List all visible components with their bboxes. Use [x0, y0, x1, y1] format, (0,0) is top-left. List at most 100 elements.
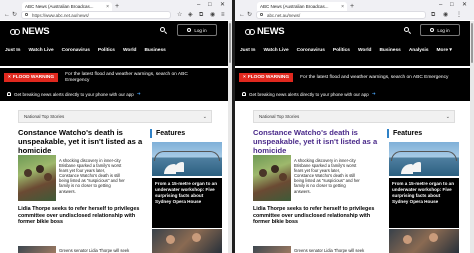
app-alert-banner[interactable]: Get breaking news alerts directly to you… — [235, 87, 474, 101]
login-label: Log in — [194, 27, 207, 33]
flood-warning-banner[interactable]: × FLOOD WARNING For the latest flood and… — [0, 68, 232, 87]
browser-window-left: ABC News (Australian Broadcas... × + – □… — [0, 0, 232, 253]
tab-close-icon[interactable]: × — [106, 4, 109, 10]
nav-world[interactable]: World — [358, 48, 372, 53]
story-headline[interactable]: Lidia Thorpe seeks to refer herself to p… — [253, 206, 383, 226]
story-summary: A shocking discovery in inner-city Brisb… — [294, 158, 360, 194]
nav-watch-live[interactable]: Watch Live — [263, 48, 288, 53]
warning-icon: × — [243, 75, 246, 80]
scrollbar[interactable] — [228, 21, 232, 253]
search-icon[interactable] — [160, 27, 168, 34]
bell-icon — [7, 92, 11, 96]
abc-news-logo[interactable]: NEWS — [10, 26, 50, 37]
back-icon[interactable]: ← — [4, 11, 10, 19]
flood-warning-banner[interactable]: × FLOOD WARNING For the latest flood and… — [235, 68, 474, 87]
nav-just-in[interactable]: Just In — [5, 48, 20, 53]
address-bar[interactable]: https://www.abc.net.au/news/ — [21, 11, 171, 19]
login-label: Log in — [437, 27, 450, 33]
nav-coronavirus[interactable]: Coronavirus — [297, 48, 325, 53]
new-tab-button[interactable]: + — [350, 2, 354, 11]
app-menu-icon[interactable]: ≡ — [221, 11, 225, 19]
abc-logo-icon — [10, 28, 21, 36]
maximize-button[interactable]: □ — [208, 1, 212, 10]
minimize-button[interactable]: – — [197, 1, 200, 10]
feature-caption[interactable]: From a 15-metre organ to an underwater w… — [152, 178, 222, 228]
story-image[interactable] — [253, 246, 291, 253]
account-icon[interactable]: ◉ — [443, 11, 448, 19]
nav-business[interactable]: Business — [379, 48, 400, 53]
nav-politics[interactable]: Politics — [333, 48, 350, 53]
nav-coronavirus[interactable]: Coronavirus — [62, 48, 90, 53]
scrollbar-thumb[interactable] — [229, 23, 231, 63]
top-stories-select[interactable]: National Top Stories ⌄ — [18, 110, 212, 123]
url-text: https://www.abc.net.au/news/ — [32, 12, 89, 18]
flood-text: For the latest flood and weather warning… — [300, 74, 449, 80]
shield-icon[interactable]: ◈ — [188, 11, 193, 19]
extensions-icon[interactable]: ⧉ — [431, 11, 435, 19]
browser-tab[interactable]: ABC News (Australian Broadcas... × — [22, 2, 112, 11]
nav-world[interactable]: World — [123, 48, 137, 53]
browser-tab[interactable]: ABC News (Australian Broadcas... × — [257, 2, 347, 11]
opera-house-image[interactable] — [389, 142, 459, 176]
minimize-button[interactable]: – — [439, 1, 442, 10]
nav-analysis[interactable]: Analysis — [409, 48, 429, 53]
main-nav: Just In Watch Live Coronavirus Politics … — [240, 48, 474, 53]
site-header: NEWS Log in Just In Watch Live Coronavir… — [235, 21, 474, 66]
feature-caption[interactable]: From a 15-metre organ to an underwater w… — [389, 178, 459, 228]
story-headline[interactable]: Constance Watcho's death is unspeakable,… — [253, 128, 383, 155]
search-icon[interactable] — [404, 27, 412, 34]
address-bar[interactable]: abc.net.au/news/ — [256, 11, 426, 19]
app-menu-icon[interactable]: ⋮ — [456, 11, 462, 19]
nav-more[interactable]: More ▾ — [437, 48, 452, 53]
account-icon[interactable]: ◉ — [210, 11, 215, 19]
story-image[interactable] — [18, 155, 56, 201]
lock-icon — [25, 13, 28, 16]
tab-close-icon[interactable]: × — [341, 4, 344, 10]
features-heading: Features — [387, 129, 422, 138]
story-headline[interactable]: Constance Watcho's death is unspeakable,… — [18, 128, 146, 155]
site-header: NEWS Log in Just In Watch Live Coronavir… — [0, 21, 232, 66]
features-heading: Features — [150, 129, 185, 138]
new-tab-button[interactable]: + — [115, 2, 119, 11]
logo-wordmark: NEWS — [22, 26, 50, 37]
logo-wordmark: NEWS — [257, 26, 285, 37]
app-alert-banner[interactable]: Get breaking news alerts directly to you… — [0, 87, 232, 101]
tab-title: ABC News (Australian Broadcas... — [260, 4, 329, 9]
feature-image[interactable] — [152, 229, 222, 253]
select-label: National Top Stories — [24, 114, 65, 119]
story-image[interactable] — [253, 155, 291, 201]
top-stories-select[interactable]: National Top Stories ⌄ — [253, 110, 455, 123]
login-button[interactable]: Log in — [177, 24, 217, 36]
abc-news-logo[interactable]: NEWS — [245, 26, 285, 37]
bell-icon — [242, 92, 246, 96]
nav-more-label: More — [436, 48, 449, 53]
flood-text: For the latest flood and weather warning… — [65, 71, 188, 83]
nav-business[interactable]: Business — [144, 48, 165, 53]
close-window-button[interactable]: ✕ — [220, 1, 225, 10]
close-window-button[interactable]: ✕ — [462, 1, 467, 10]
login-button[interactable]: Log in — [420, 24, 460, 36]
scrollbar[interactable] — [470, 21, 474, 253]
story-image[interactable] — [18, 246, 56, 253]
url-text: abc.net.au/news/ — [267, 12, 301, 18]
story-summary: Greens senator Lidia Thorpe will seek — [59, 248, 130, 253]
lock-icon — [260, 13, 263, 16]
reload-icon[interactable]: ↻ — [247, 11, 252, 19]
scrollbar-thumb[interactable] — [471, 23, 473, 63]
opera-house-image[interactable] — [152, 142, 222, 176]
maximize-button[interactable]: □ — [450, 1, 454, 10]
nav-watch-live[interactable]: Watch Live — [28, 48, 53, 53]
back-icon[interactable]: ← — [239, 11, 245, 19]
alert-text: Get breaking news alerts directly to you… — [14, 91, 134, 97]
arrow-right-icon: ➔ — [136, 91, 141, 96]
chevron-down-icon: ⌄ — [202, 113, 207, 120]
nav-politics[interactable]: Politics — [98, 48, 115, 53]
extensions-icon[interactable]: ⧉ — [199, 11, 203, 19]
bookmark-icon[interactable]: ☆ — [177, 11, 182, 19]
nav-just-in[interactable]: Just In — [240, 48, 255, 53]
story-headline[interactable]: Lidia Thorpe seeks to refer herself to p… — [18, 206, 146, 226]
reload-icon[interactable]: ↻ — [12, 11, 17, 19]
feature-image[interactable] — [389, 229, 459, 253]
browser-chrome: ABC News (Australian Broadcas... × + – □… — [0, 0, 232, 20]
user-icon — [187, 28, 192, 32]
